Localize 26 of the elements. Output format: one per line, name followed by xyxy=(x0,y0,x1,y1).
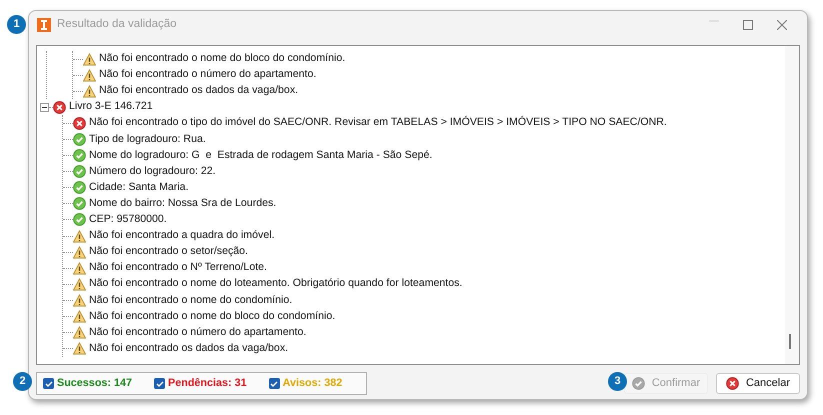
tree-item[interactable]: Cidade: Santa Maria. xyxy=(89,180,189,196)
tree-item[interactable]: Não foi encontrado o número do apartamento. xyxy=(89,324,306,341)
tree-item[interactable]: Não foi encontrado os dados da vaga/box. xyxy=(89,340,288,357)
tree-item[interactable]: Não foi encontrado o número do apartamento. xyxy=(99,67,316,84)
filter-label: Pendências: 31 xyxy=(168,376,247,392)
tree-item[interactable]: Livro 3-E 146.721 xyxy=(69,99,153,116)
tree-item[interactable]: Não foi encontrado o tipo do imóvel do SAEC/ONR. Revisar em TABELAS > IMÓVEIS > IMÓVEIS > TIPO NO SAEC/ONR. xyxy=(89,115,667,132)
tree-item[interactable]: Não foi encontrado o setor/seção. xyxy=(89,244,248,260)
tree-item[interactable]: Tipo de logradouro: Rua. xyxy=(89,132,206,148)
tree-item[interactable]: CEP: 95780000. xyxy=(89,212,167,228)
tree-item[interactable]: Nome do bairro: Nossa Sra de Lourdes. xyxy=(89,196,276,212)
tree-item[interactable]: Não foi encontrado a quadra do imóvel. xyxy=(89,228,275,244)
tree-item[interactable]: Nome do logradouro: G e Estrada de rodagem Santa Maria - São Sepé. xyxy=(89,148,432,164)
callout-badge: 1 xyxy=(7,15,26,34)
cancel-button[interactable]: Cancelar xyxy=(716,373,800,394)
tree-item[interactable]: Não foi encontrado o nome do condomínio. xyxy=(89,292,292,308)
window-title: Resultado da validação xyxy=(57,17,177,32)
tree-item[interactable]: Não foi encontrado o nome do bloco do condomínio. xyxy=(89,308,336,324)
callout-badge: 2 xyxy=(13,372,32,391)
tree-item[interactable]: Não foi encontrado o nome do bloco do condomínio. xyxy=(99,51,346,67)
tree-item[interactable]: Não foi encontrado o Nº Terreno/Lote. xyxy=(89,260,267,276)
tree-item[interactable]: Não foi encontrado os dados da vaga/box. xyxy=(99,83,298,100)
filter-label: Sucessos: 147 xyxy=(57,376,132,392)
filter-label: Avisos: 382 xyxy=(282,376,342,392)
tree-item[interactable]: Número do logradouro: 22. xyxy=(89,164,216,180)
tree-item[interactable]: Não foi encontrado o nome do loteamento. Obrigatório quando for loteamentos. xyxy=(89,276,462,292)
